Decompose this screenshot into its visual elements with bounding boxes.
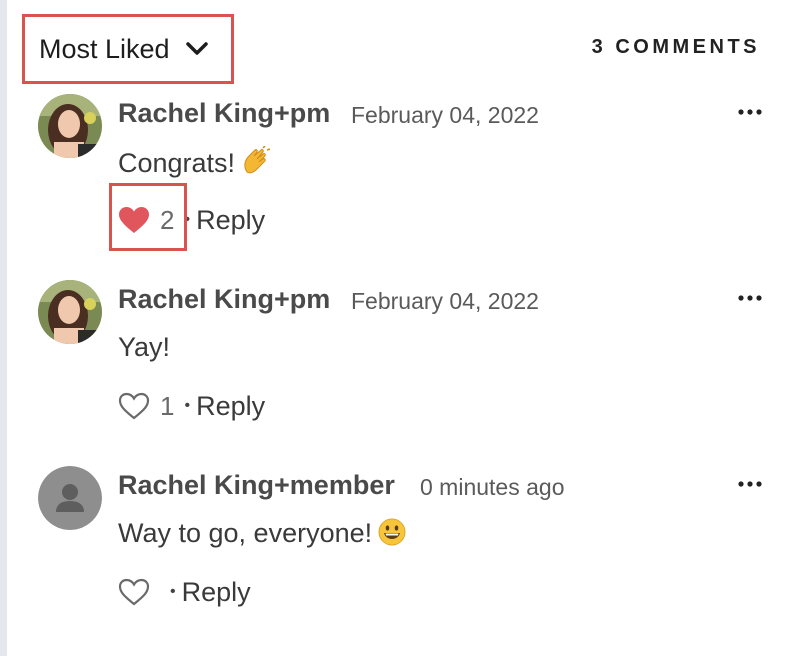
separator-dot: • <box>184 397 191 414</box>
heart-outline-icon <box>118 392 150 420</box>
comment-author[interactable]: Rachel King+pm <box>118 284 330 315</box>
avatar[interactable] <box>38 94 102 158</box>
like-button[interactable]: 2 <box>118 205 174 236</box>
more-options-icon <box>738 295 762 301</box>
comment-author[interactable]: Rachel King+pm <box>118 98 330 129</box>
comment-text: Yay! <box>118 332 171 362</box>
clapping-hands-emoji-icon <box>241 144 271 183</box>
avatar[interactable] <box>38 280 102 344</box>
heart-outline-icon <box>118 578 150 606</box>
comment-timestamp: February 04, 2022 <box>351 102 539 128</box>
comment-item: Rachel King+pm February 04, 2022 Congrat… <box>38 94 768 264</box>
comment-body: Congrats! <box>118 144 271 183</box>
comment-timestamp: 0 minutes ago <box>420 474 565 500</box>
more-options-icon <box>738 109 762 115</box>
more-options-icon <box>738 481 762 487</box>
comment-text: Congrats! <box>118 148 236 178</box>
like-count: 1 <box>160 390 175 421</box>
grinning-face-emoji-icon <box>378 518 406 553</box>
comments-panel: Most Liked 3 COMMENTS Rachel King+pm Feb… <box>0 0 792 656</box>
comment-author[interactable]: Rachel King+member <box>118 470 395 501</box>
comment-count: 3 COMMENTS <box>591 36 760 58</box>
comment-body: Yay! <box>118 332 170 363</box>
chevron-down-icon <box>184 36 210 62</box>
comment-item: Rachel King+member 0 minutes ago Way to … <box>38 466 768 636</box>
separator-dot: • <box>170 583 176 600</box>
comment-item: Rachel King+pm February 04, 2022 Yay! 1 … <box>38 280 768 450</box>
like-button[interactable] <box>118 578 160 606</box>
more-options-button[interactable] <box>732 100 768 124</box>
sort-dropdown[interactable]: Most Liked <box>22 14 234 84</box>
comment-text: Way to go, everyone! <box>118 518 373 548</box>
separator-dot: • <box>184 211 191 228</box>
reply-button[interactable]: Reply <box>196 205 265 236</box>
thread-divider <box>0 0 7 656</box>
more-options-button[interactable] <box>732 286 768 310</box>
more-options-button[interactable] <box>732 472 768 496</box>
comment-actions: 2 • Reply <box>118 202 265 238</box>
like-count: 2 <box>160 204 175 235</box>
default-avatar-icon[interactable] <box>38 466 102 530</box>
comment-timestamp: February 04, 2022 <box>351 288 539 314</box>
comment-actions: • Reply <box>118 574 251 610</box>
heart-filled-icon <box>119 207 149 233</box>
like-button[interactable]: 1 <box>118 391 174 422</box>
sort-label: Most Liked <box>39 33 170 64</box>
comment-actions: 1 • Reply <box>118 388 265 424</box>
reply-button[interactable]: Reply <box>196 391 265 422</box>
comment-body: Way to go, everyone! <box>118 518 406 553</box>
reply-button[interactable]: Reply <box>182 577 251 608</box>
